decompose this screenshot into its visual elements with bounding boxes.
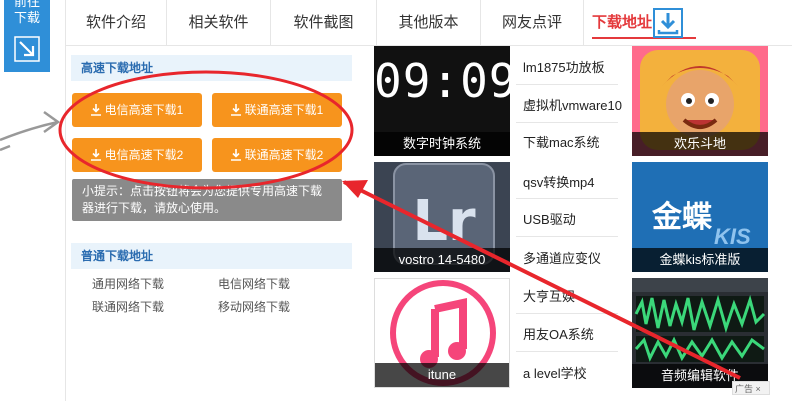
related-link[interactable]: qsv转换mp4 xyxy=(523,172,595,191)
side-tab-line2: 下载 xyxy=(13,10,40,25)
tab-versions[interactable]: 其他版本 xyxy=(377,0,481,46)
brand-text: 金蝶 xyxy=(652,201,712,234)
thumb-caption: vostro 14-5480 xyxy=(374,248,510,272)
related-link[interactable]: 多通道应变仪 xyxy=(523,248,601,267)
close-icon[interactable]: × xyxy=(756,384,761,394)
mobile-network-download-link[interactable]: 移动网络下载 xyxy=(218,298,290,315)
thumb-caption: 数字时钟系统 xyxy=(374,132,510,156)
clock-display: 09:09 xyxy=(374,54,510,108)
tab-related[interactable]: 相关软件 xyxy=(167,0,271,46)
brand-sub-text: KIS xyxy=(714,224,751,249)
tab-download[interactable]: 下载地址 xyxy=(584,0,704,46)
thumb-kingdee-kis[interactable]: 金蝶 KIS 金蝶kis标准版 xyxy=(632,162,768,272)
thumb-digital-clock[interactable]: 09:09 数字时钟系统 xyxy=(374,46,510,156)
related-link[interactable]: USB驱动 xyxy=(523,209,576,228)
content-border xyxy=(65,46,66,401)
related-link[interactable]: a level学校 xyxy=(523,363,587,382)
download-icon xyxy=(230,104,241,116)
thumb-audio-editor[interactable]: 音频编辑软件 xyxy=(632,278,768,388)
side-tab-line1: 前往 xyxy=(13,0,40,9)
svg-text:Lr: Lr xyxy=(412,189,476,254)
fast-download-title: 高速下载地址 xyxy=(71,55,352,81)
thumb-itunes[interactable]: itune xyxy=(374,278,510,388)
related-link[interactable]: 下载mac系统 xyxy=(523,132,600,151)
tab-intro[interactable]: 软件介绍 xyxy=(66,0,167,46)
tab-reviews[interactable]: 网友点评 xyxy=(481,0,584,46)
download-icon xyxy=(90,104,101,116)
download-icon xyxy=(230,149,241,161)
unicom-fast-download-2-button[interactable]: 联通高速下载2 xyxy=(212,138,342,172)
download-icon xyxy=(90,149,101,161)
gray-scribble xyxy=(0,120,59,142)
general-network-download-link[interactable]: 通用网络下载 xyxy=(92,275,164,292)
unicom-fast-download-1-button[interactable]: 联通高速下载1 xyxy=(212,93,342,127)
download-tip: 小提示：点击按钮将会为您提供专用高速下载器进行下载，请放心使用。 xyxy=(72,179,342,221)
related-link[interactable]: 大亨互娱 xyxy=(523,286,575,305)
thumb-vostro[interactable]: Lr vostro 14-5480 xyxy=(374,162,510,272)
download-icon[interactable] xyxy=(653,8,683,38)
telecom-fast-download-2-button[interactable]: 电信高速下载2 xyxy=(72,138,202,172)
telecom-network-download-link[interactable]: 电信网络下载 xyxy=(218,275,290,292)
telecom-fast-download-1-button[interactable]: 电信高速下载1 xyxy=(72,93,202,127)
tab-screenshots[interactable]: 软件截图 xyxy=(271,0,377,46)
thumb-doudizhu[interactable]: 欢乐斗地 xyxy=(632,46,768,156)
arrow-down-right-icon xyxy=(14,36,40,62)
thumb-caption: itune xyxy=(375,363,509,387)
ad-badge[interactable]: 广告 × xyxy=(732,381,770,395)
related-link[interactable]: 虚拟机vmware10 xyxy=(523,95,622,114)
thumb-caption: 欢乐斗地 xyxy=(632,132,768,156)
related-link[interactable]: lm1875功放板 xyxy=(523,57,605,76)
thumb-caption: 金蝶kis标准版 xyxy=(632,248,768,272)
unicom-network-download-link[interactable]: 联通网络下载 xyxy=(92,298,164,315)
related-link[interactable]: 用友OA系统 xyxy=(523,324,594,343)
goto-download-tab[interactable]: 前往 下载 xyxy=(4,0,50,72)
normal-download-title: 普通下载地址 xyxy=(71,243,352,269)
